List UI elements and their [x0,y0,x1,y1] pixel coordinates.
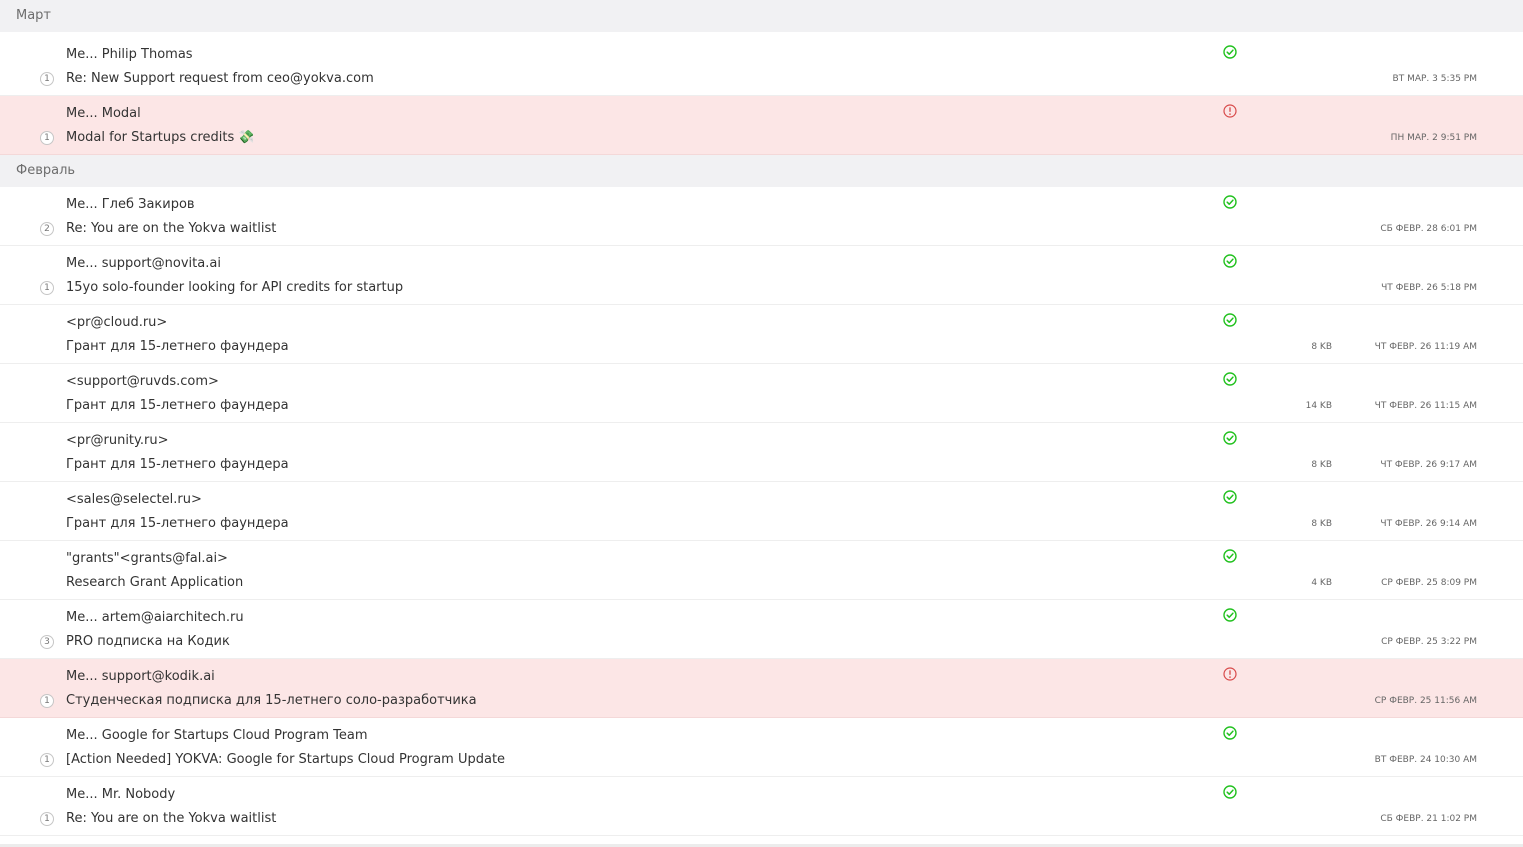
message-row[interactable]: <support@ruvds.com> Грант для 15-летнего … [0,364,1523,423]
error-circle-icon [1223,667,1237,681]
check-circle-icon [1223,431,1237,445]
message-row[interactable]: Me... artem@aiarchitech.ru 3 PRO подписка … [0,600,1523,659]
error-circle-icon [1223,104,1237,118]
message-row[interactable]: Me... Modal 1 Modal for Startups credits 💸… [0,96,1523,155]
message-row[interactable]: <pr@cloud.ru> Грант для 15-летнего фаунде… [0,305,1523,364]
thread-count-badge: 1 [40,753,54,767]
thread-count-badge: 2 [40,222,54,236]
message-sender: Me... Глеб Закиров [66,197,195,212]
check-circle-icon [1223,608,1237,622]
message-sender: <sales@selectel.ru> [66,492,202,507]
message-subject: 15yo solo-founder looking for API credit… [66,280,404,295]
message-subject: Грант для 15-летнего фаундера [66,457,289,472]
message-subject: Студенческая подписка для 15-летнего сол… [66,693,477,708]
message-row[interactable]: "grants"<grants@fal.ai> Research Grant Ap… [0,541,1523,600]
thread-count-badge: 1 [40,131,54,145]
message-date: чт февр. 26 9:17 AM [1380,460,1477,470]
message-date: пн мар. 2 9:51 PM [1390,133,1477,143]
check-circle-icon [1223,490,1237,504]
thread-count-badge: 1 [40,812,54,826]
message-date: сб февр. 28 6:01 PM [1380,224,1477,234]
message-subject: Research Grant Application [66,575,244,590]
message-date: ср февр. 25 11:56 AM [1374,696,1477,706]
thread-count-badge: 1 [40,694,54,708]
message-sender: <support@ruvds.com> [66,374,219,389]
message-size: 8 KB [1311,460,1332,470]
group-header: Февраль [0,155,1523,187]
message-row[interactable]: Me... Philip Thomas 1 Re: New Support requ… [0,37,1523,96]
message-row[interactable]: Me... support@kodik.ai 1 Студенческая подп… [0,659,1523,718]
message-subject: Modal for Startups credits 💸 [66,130,255,145]
message-sender: Me... Google for Startups Cloud Program … [66,728,368,743]
message-subject: Re: You are on the Yokva waitlist [66,221,277,236]
check-circle-icon [1223,726,1237,740]
check-circle-icon [1223,785,1237,799]
check-circle-icon [1223,372,1237,386]
message-list: Март Me... Philip Thomas 1 Re: New Support … [0,0,1523,847]
message-size: 4 KB [1311,578,1332,588]
message-subject: Грант для 15-летнего фаундера [66,516,289,531]
message-sender: Me... Philip Thomas [66,47,193,62]
check-circle-icon [1223,313,1237,327]
message-row[interactable]: Me... Google for Startups Cloud Program … [0,718,1523,777]
message-subject: Грант для 15-летнего фаундера [66,339,289,354]
message-sender: Me... artem@aiarchitech.ru [66,610,244,625]
message-subject: Re: New Support request from ceo@yokva.c… [66,71,374,86]
message-row[interactable]: <sales@selectel.ru> Грант для 15-летнего … [0,482,1523,541]
check-circle-icon [1223,254,1237,268]
message-date: вт мар. 3 5:35 PM [1392,74,1477,84]
message-sender: Me... support@kodik.ai [66,669,215,684]
message-date: ср февр. 25 8:09 PM [1381,578,1477,588]
check-circle-icon [1223,45,1237,59]
message-size: 14 KB [1305,401,1332,411]
thread-count-badge: 3 [40,635,54,649]
message-date: чт февр. 26 11:19 AM [1374,342,1477,352]
message-size: 8 KB [1311,519,1332,529]
message-row[interactable]: Me... Mr. Nobody 1 Re: You are on the Yokv… [0,777,1523,836]
thread-count-badge: 1 [40,72,54,86]
thread-count-badge: 1 [40,281,54,295]
message-date: ср февр. 25 3:22 PM [1381,637,1477,647]
message-row[interactable]: Me... support@novita.ai 1 15yo solo-founde… [0,246,1523,305]
message-subject: PRO подписка на Кодик [66,634,230,649]
message-row[interactable]: <pr@runity.ru> Грант для 15-летнего фаунд… [0,423,1523,482]
check-circle-icon [1223,195,1237,209]
message-sender: <pr@runity.ru> [66,433,169,448]
message-subject: Грант для 15-летнего фаундера [66,398,289,413]
message-date: чт февр. 26 5:18 PM [1381,283,1477,293]
message-date: чт февр. 26 11:15 AM [1374,401,1477,411]
message-date: вт февр. 24 10:30 AM [1374,755,1477,765]
message-subject: Re: You are on the Yokva waitlist [66,811,277,826]
message-sender: "grants"<grants@fal.ai> [66,551,228,566]
group-header: Март [0,0,1523,32]
check-circle-icon [1223,549,1237,563]
message-sender: Me... Mr. Nobody [66,787,176,802]
message-sender: <pr@cloud.ru> [66,315,168,330]
message-sender: Me... support@novita.ai [66,256,221,271]
message-date: сб февр. 21 1:02 PM [1380,814,1477,824]
message-row[interactable]: Me... Глеб Закиров 2 Re: You are on the Yo… [0,187,1523,246]
message-date: чт февр. 26 9:14 AM [1380,519,1477,529]
message-sender: Me... Modal [66,106,141,121]
message-subject: [Action Needed] YOKVA: Google for Startu… [66,752,506,767]
message-size: 8 KB [1311,342,1332,352]
